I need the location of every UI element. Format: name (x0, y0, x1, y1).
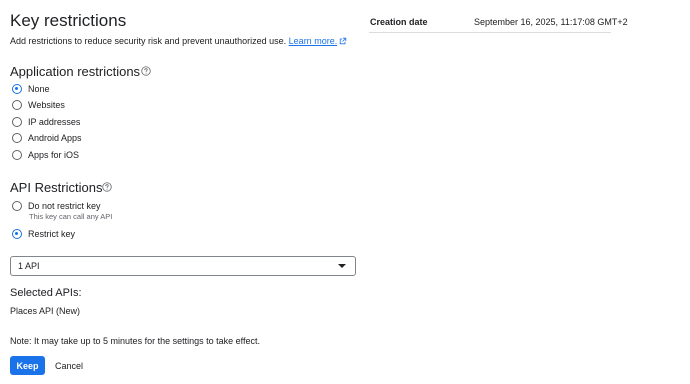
radio-label: Websites (28, 100, 65, 110)
radio-button[interactable] (12, 150, 22, 160)
select-value: 1 API (18, 261, 40, 271)
radio-app-android-apps[interactable]: Android Apps (12, 131, 82, 145)
radio-button[interactable] (12, 201, 22, 211)
radio-button[interactable] (12, 133, 22, 143)
radio-button[interactable] (12, 84, 22, 94)
page-title: Key restrictions (10, 11, 127, 30)
creation-date-row: Creation date September 16, 2025, 11:17:… (369, 14, 628, 33)
page-subtitle: Add restrictions to reduce security risk… (10, 35, 347, 47)
keep-button[interactable]: Keep (10, 356, 45, 375)
key-restrictions-page: Key restrictions Add restrictions to red… (0, 0, 690, 384)
help-circle-icon[interactable] (141, 66, 151, 76)
radio-label: Android Apps (28, 133, 82, 143)
subtitle-text: Add restrictions to reduce security risk… (10, 36, 287, 46)
radio-app-ip-addresses[interactable]: IP addresses (12, 115, 80, 129)
cancel-button[interactable]: Cancel (50, 356, 88, 375)
selected-api-item: Places API (New) (10, 306, 81, 316)
radio-button[interactable] (12, 229, 22, 239)
radio-label: IP addresses (28, 117, 81, 127)
radio-api-restrict-key[interactable]: Restrict key (12, 227, 75, 241)
radio-label: Restrict key (28, 229, 76, 239)
radio-label: Apps for iOS (28, 150, 80, 160)
external-link-icon (340, 37, 347, 45)
radio-app-ios-apps[interactable]: Apps for iOS (12, 148, 79, 162)
radio-label: None (28, 84, 50, 94)
radio-app-none[interactable]: None (12, 82, 50, 96)
radio-api-do-not-restrict[interactable]: Do not restrict key (12, 199, 101, 213)
api-select-dropdown[interactable]: 1 API (10, 256, 356, 276)
settings-note: Note: It may take up to 5 minutes for th… (10, 336, 260, 346)
creation-date-label: Creation date (370, 17, 428, 27)
learn-more-link[interactable]: Learn more. (289, 36, 348, 46)
radio-button[interactable] (12, 117, 22, 127)
radio-button[interactable] (12, 100, 22, 110)
radio-sublabel: This key can call any API (29, 212, 113, 221)
creation-date-value: September 16, 2025, 11:17:08 GMT+2 (474, 17, 628, 27)
dropdown-arrow-icon (338, 264, 346, 268)
api-restrictions-heading: API Restrictions (10, 180, 103, 195)
help-circle-icon[interactable] (102, 182, 112, 192)
application-restrictions-heading: Application restrictions (10, 64, 141, 79)
radio-app-websites[interactable]: Websites (12, 98, 65, 112)
radio-label: Do not restrict key (28, 201, 101, 211)
selected-apis-heading: Selected APIs: (10, 287, 82, 299)
